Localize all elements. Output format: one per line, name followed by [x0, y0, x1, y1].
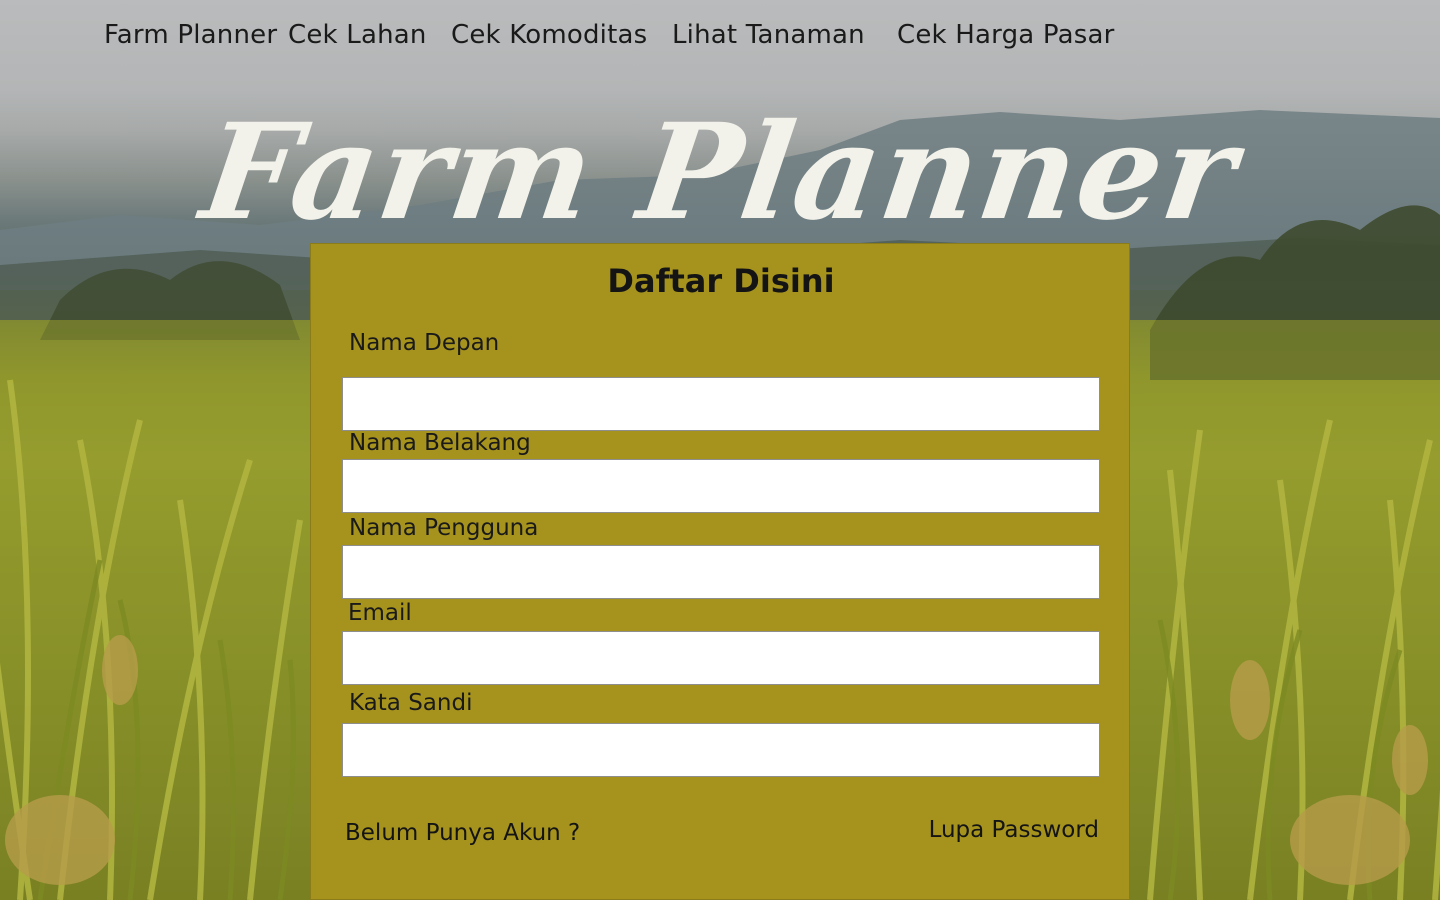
form-title: Daftar Disini — [607, 262, 835, 300]
username-label: Nama Pengguna — [349, 515, 539, 541]
last-name-input[interactable] — [342, 459, 1100, 513]
hero-title: Farm Planner — [193, 95, 1247, 250]
username-input[interactable] — [342, 545, 1100, 599]
nav-item-lihat-tanaman[interactable]: Lihat Tanaman — [672, 20, 865, 50]
nav-item-cek-komoditas[interactable]: Cek Komoditas — [451, 20, 647, 50]
email-input[interactable] — [342, 631, 1100, 685]
register-form-card: Daftar Disini Nama Depan Nama Belakang N… — [310, 243, 1130, 900]
email-label: Email — [348, 600, 412, 626]
register-link[interactable]: Belum Punya Akun ? — [345, 820, 580, 846]
nav-item-cek-harga-pasar[interactable]: Cek Harga Pasar — [897, 20, 1115, 50]
last-name-label: Nama Belakang — [349, 430, 531, 456]
first-name-label: Nama Depan — [349, 330, 500, 356]
top-nav: Farm Planner Cek Lahan Cek Komoditas Lih… — [0, 20, 1440, 56]
password-input[interactable] — [342, 723, 1100, 777]
first-name-input[interactable] — [342, 377, 1100, 431]
forgot-password-link[interactable]: Lupa Password — [929, 817, 1099, 843]
nav-item-cek-lahan[interactable]: Cek Lahan — [288, 20, 427, 50]
nav-item-farm-planner[interactable]: Farm Planner — [104, 20, 277, 50]
password-label: Kata Sandi — [349, 690, 473, 716]
